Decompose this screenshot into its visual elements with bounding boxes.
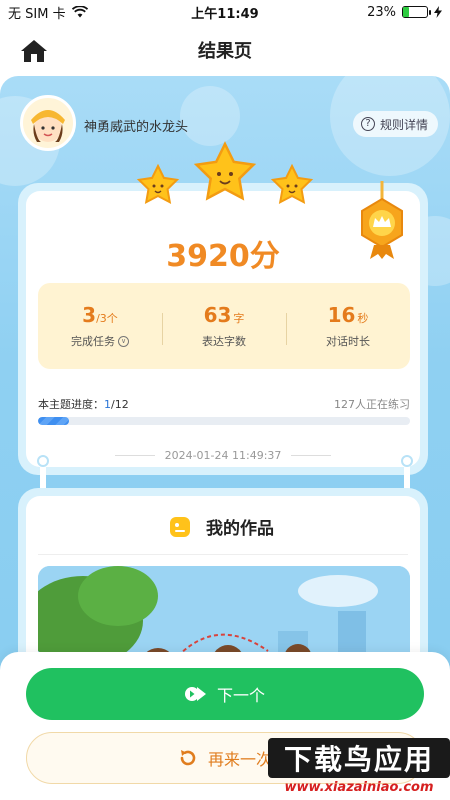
stat-duration: 16 秒 对话时长 [286, 303, 410, 349]
stat-label: 完成任务 [71, 335, 115, 348]
page-title: 结果页 [198, 41, 252, 62]
home-icon[interactable] [20, 38, 48, 64]
works-header: 我的作品 [26, 514, 420, 539]
progress-bar [38, 417, 410, 425]
wifi-icon [71, 6, 88, 18]
progress-current: 1 [104, 398, 111, 411]
stat-unit: 秒 [357, 312, 369, 325]
stat-words: 63 字 表达字数 [162, 303, 286, 349]
practicing-count: 127人正在练习 [334, 398, 410, 411]
timestamp-row: 2024-01-24 11:49:37 [26, 449, 420, 462]
stat-label: 对话时长 [326, 335, 370, 348]
star-icon [136, 163, 180, 205]
status-time: 上午11:49 [191, 6, 259, 22]
connector-dot [401, 455, 413, 467]
progress-bar-fill [38, 417, 69, 425]
progress-row: 本主题进度：1/12 127人正在练习 [38, 396, 410, 412]
watermark-main: 下载鸟应用 [268, 738, 450, 778]
rules-button[interactable]: ? 规则详情 [352, 111, 438, 137]
star-icon [193, 141, 257, 201]
crown-medal-icon [361, 181, 403, 259]
works-title: 我的作品 [202, 514, 278, 539]
battery-icon [402, 6, 431, 18]
battery-level [403, 7, 409, 17]
battery-percent: 23% [367, 4, 396, 20]
watermark-url: www.xiazainiao.com [284, 780, 434, 795]
stat-value: 3 [82, 303, 97, 327]
girl-avatar-icon [31, 110, 65, 142]
stats-box: 3/3个 完成任务 ∨ 63 字 表达字数 16 秒 对话时长 [38, 283, 410, 369]
stat-unit: 字 [233, 312, 245, 325]
stat-label: 表达字数 [202, 335, 246, 348]
stat-sub: /3个 [96, 312, 118, 325]
stat-tasks: 3/3个 完成任务 ∨ [38, 303, 162, 349]
star-icon [270, 163, 314, 205]
rules-label: 规则详情 [379, 117, 428, 132]
carrier-label: 无 SIM 卡 [8, 6, 66, 22]
watermark-logo: 下载鸟应用 www.xiazainiao.com [268, 738, 450, 800]
retry-icon [180, 750, 196, 766]
question-icon: ? [360, 117, 375, 131]
stars-rating [136, 141, 314, 205]
status-bar: 无 SIM 卡 上午11:49 23% [0, 0, 450, 24]
username: 神勇威武的水龙头 [84, 120, 189, 135]
connector-dot [37, 455, 49, 467]
nav-bar: 结果页 [0, 24, 450, 76]
progress-label: 本主题进度： [38, 398, 104, 411]
fast-forward-icon [184, 687, 206, 701]
charging-icon [434, 6, 442, 18]
avatar[interactable] [20, 95, 76, 151]
retry-label: 再来一次 [207, 750, 272, 769]
next-label: 下一个 [216, 686, 265, 705]
chevron-down-icon[interactable]: ∨ [118, 335, 129, 347]
stat-value: 16 [327, 303, 356, 327]
next-button[interactable]: 下一个 [26, 668, 424, 720]
progress-total: /12 [111, 398, 129, 411]
timestamp: 2024-01-24 11:49:37 [164, 449, 282, 462]
works-icon [170, 516, 190, 537]
stat-value: 63 [203, 303, 232, 327]
